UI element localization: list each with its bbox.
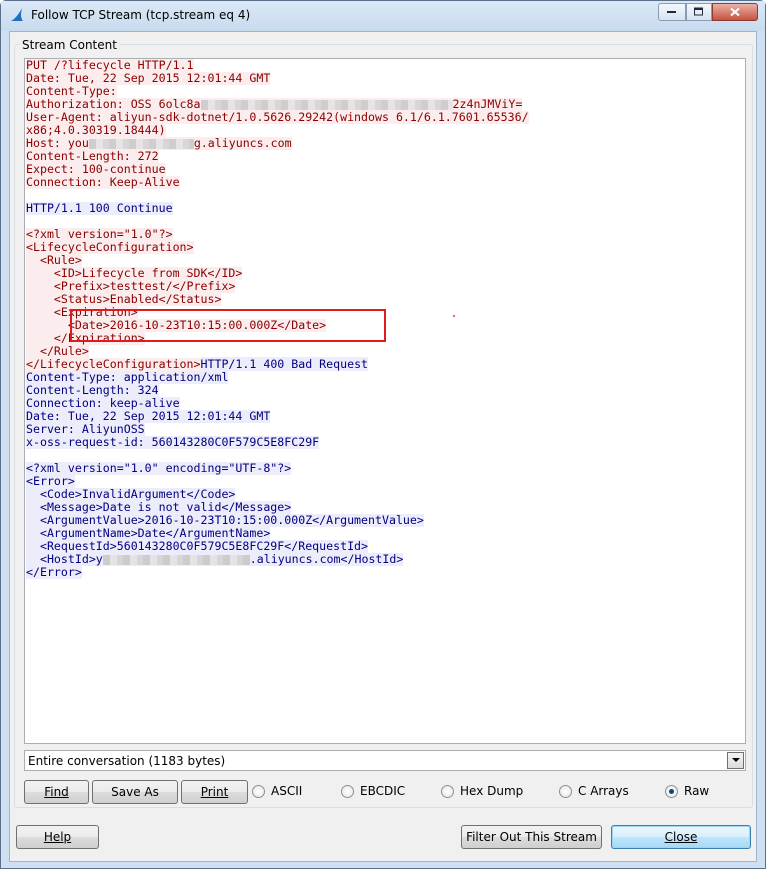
stream-line: HTTP/1.1 100 Continue [26, 202, 173, 215]
redacted-region [200, 99, 453, 110]
stream-line-text: <Error> [26, 474, 75, 488]
radio-raw-label: Raw [684, 784, 710, 798]
stream-line-text: Authorization: OSS 6olc8a [26, 97, 201, 111]
stream-line-text: <ArgumentValue>2016-10-23T10:15:00.000Z<… [26, 513, 424, 527]
window-title: Follow TCP Stream (tcp.stream eq 4) [31, 8, 251, 22]
stream-line-text: Date: Tue, 22 Sep 2015 12:01:44 GMT [26, 409, 271, 423]
stream-line-text: <ArgumentName>Date</ArgumentName> [26, 526, 271, 540]
close-button[interactable]: Close [611, 825, 751, 849]
redacted-region [88, 138, 194, 149]
minimize-icon [667, 11, 676, 13]
maximize-icon [694, 7, 703, 16]
help-button[interactable]: Help [16, 825, 99, 849]
window-close-button[interactable] [712, 3, 758, 21]
radio-ebcdic-circle[interactable] [341, 785, 354, 798]
filter-out-stream-button[interactable]: Filter Out This Stream [461, 825, 602, 849]
dialog-client-area: Stream Content PUT /?lifecycle HTTP/1.1 D… [9, 31, 757, 862]
stream-line-text: Expect: 100-continue [26, 162, 166, 176]
stream-line-text: </LifecycleConfiguration> [26, 357, 201, 371]
stream-line: </Error> [26, 566, 82, 579]
stream-line-text: Connection: keep-alive [26, 396, 180, 410]
radio-ascii-label: ASCII [271, 784, 303, 798]
stream-line-text: Server: AliyunOSS [26, 422, 145, 436]
stream-line-text: <?xml version="1.0"?> [26, 227, 173, 241]
print-button[interactable]: Print [181, 780, 248, 804]
stream-line-text: x86;4.0.30319.18444) [26, 123, 166, 137]
stream-line-text-after: .aliyuncs.com</HostId> [249, 552, 404, 566]
stream-line-text: </Error> [26, 565, 82, 579]
stream-line-text: <?xml version="1.0" encoding="UTF-8"?> [26, 461, 292, 475]
radio-ebcdic-label: EBCDIC [360, 784, 406, 798]
chevron-down-icon [732, 758, 740, 762]
filter-out-button-label: Filter Out This Stream [466, 830, 597, 844]
redacted-region [102, 554, 250, 565]
print-button-label: Print [200, 785, 229, 799]
stream-line-text: <Status>Enabled</Status> [26, 292, 222, 306]
minimize-button[interactable] [658, 3, 686, 21]
stream-line-text: Content-Length: 324 [26, 383, 159, 397]
wireshark-fin-icon [11, 8, 23, 21]
stream-line-text: </Rule> [26, 344, 89, 358]
stream-line-text: Content-Length: 272 [26, 149, 159, 163]
annotation-highlight-box [70, 309, 386, 342]
close-button-label: Close [664, 830, 698, 844]
help-button-label: Help [43, 830, 72, 844]
maximize-button[interactable] [686, 3, 712, 21]
stream-line-text: Content-Type: application/xml [26, 370, 229, 384]
stream-line-text: Host: you [26, 136, 89, 150]
annotation-dot [453, 315, 455, 317]
stream-line-text: <LifecycleConfiguration> [26, 240, 194, 254]
radio-ascii-circle[interactable] [252, 785, 265, 798]
stream-line-text: Date: Tue, 22 Sep 2015 12:01:44 GMT [26, 71, 271, 85]
radio-hex-dump-label: Hex Dump [460, 784, 524, 798]
stream-line-text: <Message>Date is not valid</Message> [26, 500, 292, 514]
stream-text-area[interactable]: PUT /?lifecycle HTTP/1.1 Date: Tue, 22 Se… [24, 58, 746, 744]
radio-c-arrays-label: C Arrays [578, 784, 629, 798]
stream-line-text-after: g.aliyuncs.com [193, 136, 292, 150]
stream-line-text: <Prefix>testtest/</Prefix> [26, 279, 236, 293]
radio-raw-circle[interactable] [665, 785, 678, 798]
conversation-select-value: Entire conversation (1183 bytes) [28, 754, 226, 768]
save-as-button-label: Save As [111, 785, 159, 799]
stream-line-text: <Code>InvalidArgument</Code> [26, 487, 236, 501]
close-icon [730, 7, 740, 17]
stream-line: <HostId>y .aliyuncs.com</HostId> [26, 552, 404, 566]
dropdown-arrow-button[interactable] [727, 752, 744, 769]
stream-line-text: <Rule> [26, 253, 82, 267]
stream-line-text: <HostId>y [26, 552, 103, 566]
stream-line-text: <ID>Lifecycle from SDK</ID> [26, 266, 243, 280]
stream-line-text: User-Agent: aliyun-sdk-dotnet/1.0.5626.2… [26, 110, 529, 124]
title-bar[interactable]: Follow TCP Stream (tcp.stream eq 4) [1, 1, 765, 31]
conversation-select[interactable]: Entire conversation (1183 bytes) [24, 750, 746, 771]
stream-line-text: x-oss-request-id: 560143280C0F579C5E8FC2… [26, 435, 320, 449]
stream-line-text: <RequestId>560143280C0F579C5E8FC29F</Req… [26, 539, 369, 553]
stream-line: Connection: Keep-Alive [26, 176, 180, 189]
find-button[interactable]: Find [24, 780, 89, 804]
stream-line-text: PUT /?lifecycle HTTP/1.1 [26, 58, 194, 72]
stream-line-server-part: HTTP/1.1 400 Bad Request [200, 357, 369, 371]
radio-c-arrays-circle[interactable] [559, 785, 572, 798]
follow-tcp-stream-window: Follow TCP Stream (tcp.stream eq 4) Stre… [0, 0, 766, 869]
radio-hex-dump-circle[interactable] [441, 785, 454, 798]
stream-line: x-oss-request-id: 560143280C0F579C5E8FC2… [26, 435, 320, 449]
find-button-label: Find [44, 785, 69, 799]
stream-line-text: Content-Type: [26, 84, 117, 98]
stream-content-label: Stream Content [20, 38, 119, 52]
stream-line-text: HTTP/1.1 100 Continue [26, 201, 173, 215]
stream-line-text: Connection: Keep-Alive [26, 175, 180, 189]
stream-line-text-after: 2z4nJMViY= [452, 97, 523, 111]
save-as-button[interactable]: Save As [92, 780, 178, 804]
